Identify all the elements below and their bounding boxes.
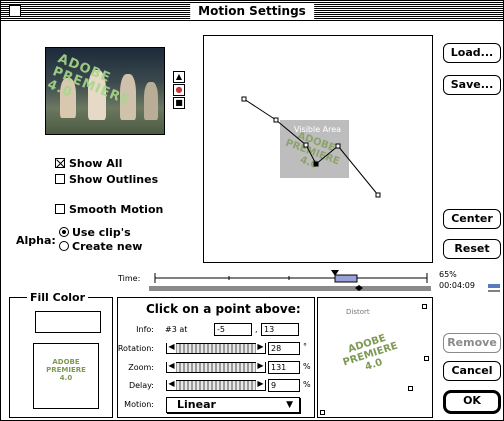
motion-path[interactable] [204,36,434,264]
path-point[interactable] [303,142,309,148]
info-y-field[interactable]: 13 [261,323,299,336]
chevron-down-icon: ▼ [286,400,293,410]
info-point-text: #3 at [165,325,188,334]
info-separator: , [255,325,258,334]
path-point[interactable] [273,117,279,123]
checkbox-icon[interactable] [55,174,65,184]
point-controls-panel: Click on a point above: Info: #3 at -5 ,… [117,297,315,418]
show-outlines-checkbox[interactable]: Show Outlines [55,173,158,186]
load-button[interactable]: Load... [443,43,501,63]
point-controls-heading: Click on a point above: [146,302,301,316]
zoom-unit: % [303,362,311,371]
motion-type-dropdown[interactable]: Linear ▼ [166,397,300,413]
zoom-label: Zoom: [128,363,154,372]
save-button[interactable]: Save... [443,75,501,95]
close-box-icon[interactable] [9,5,21,17]
radio-selected-icon[interactable] [59,227,69,237]
path-point[interactable] [241,96,247,102]
distort-handle[interactable] [424,356,429,361]
distortion-area[interactable]: Distort ADOBE PREMIERE 4.0 [317,297,433,418]
fill-preview-logo: ADOBE PREMIERE 4.0 [46,358,86,382]
delay-slider[interactable] [166,379,266,391]
distort-handle[interactable] [408,386,413,391]
title-bar[interactable]: Motion Settings [1,1,503,21]
alpha-create-new-radio[interactable]: Create new [59,240,142,253]
zoom-field[interactable]: 131 [268,361,300,374]
distort-logo: ADOBE PREMIERE 4.0 [341,332,400,373]
delay-label: Delay: [128,381,154,390]
fill-color-title: Fill Color [27,291,89,304]
record-icon[interactable]: ● [173,84,185,96]
show-all-checkbox[interactable]: Show All [55,157,122,170]
timeline-selection[interactable] [334,274,358,283]
rotation-field[interactable]: 28 [268,342,300,355]
path-point[interactable] [335,143,341,149]
play-up-icon[interactable]: ▲ [173,71,185,83]
stop-icon[interactable]: ■ [173,97,185,109]
ok-button[interactable]: OK [443,390,501,414]
fill-color-preview: ADOBE PREMIERE 4.0 [33,343,99,409]
timecode: 00:04:09 [439,281,475,290]
delay-field[interactable]: 9 [268,379,300,392]
path-point[interactable] [375,192,381,198]
zoom-icon[interactable] [487,279,501,292]
motion-settings-window: Motion Settings ADOBE PREMIERE 4.0 ▲ ● ■… [0,0,504,421]
cancel-button[interactable]: Cancel [443,361,501,381]
zoom-slider[interactable] [166,361,266,373]
fill-color-swatch[interactable] [35,311,101,333]
figure-shape [144,82,158,120]
timeline-slider[interactable] [149,270,431,292]
rotation-unit: ° [303,342,307,351]
timeline-zoom: 65% [439,270,457,279]
smooth-motion-checkbox[interactable]: Smooth Motion [55,203,163,216]
distort-label: Distort [346,308,370,316]
checkbox-checked-icon[interactable] [55,158,65,168]
time-label: Time: [118,274,141,283]
rotation-slider[interactable] [166,342,266,354]
info-label: Info: [136,325,154,334]
clip-preview: ADOBE PREMIERE 4.0 [45,47,165,135]
motion-path-area[interactable]: Visible Area ADOBE PREMIERE 4.0 [203,35,433,263]
window-title: Motion Settings [190,3,314,19]
radio-icon[interactable] [59,241,69,251]
distort-handle[interactable] [422,304,427,309]
checkbox-icon[interactable] [55,204,65,214]
path-point-selected[interactable] [313,161,319,167]
distort-handle[interactable] [320,410,325,415]
alpha-use-clips-radio[interactable]: Use clip's [59,226,131,239]
remove-button[interactable]: Remove [443,333,501,353]
reset-button[interactable]: Reset [443,239,501,259]
alpha-label: Alpha: [16,234,56,247]
center-button[interactable]: Center [443,209,501,229]
timeline-graphic[interactable] [149,270,431,292]
motion-label: Motion: [124,400,154,409]
info-x-field[interactable]: -5 [214,323,252,336]
rotation-label: Rotation: [117,344,154,353]
delay-unit: % [303,380,311,389]
